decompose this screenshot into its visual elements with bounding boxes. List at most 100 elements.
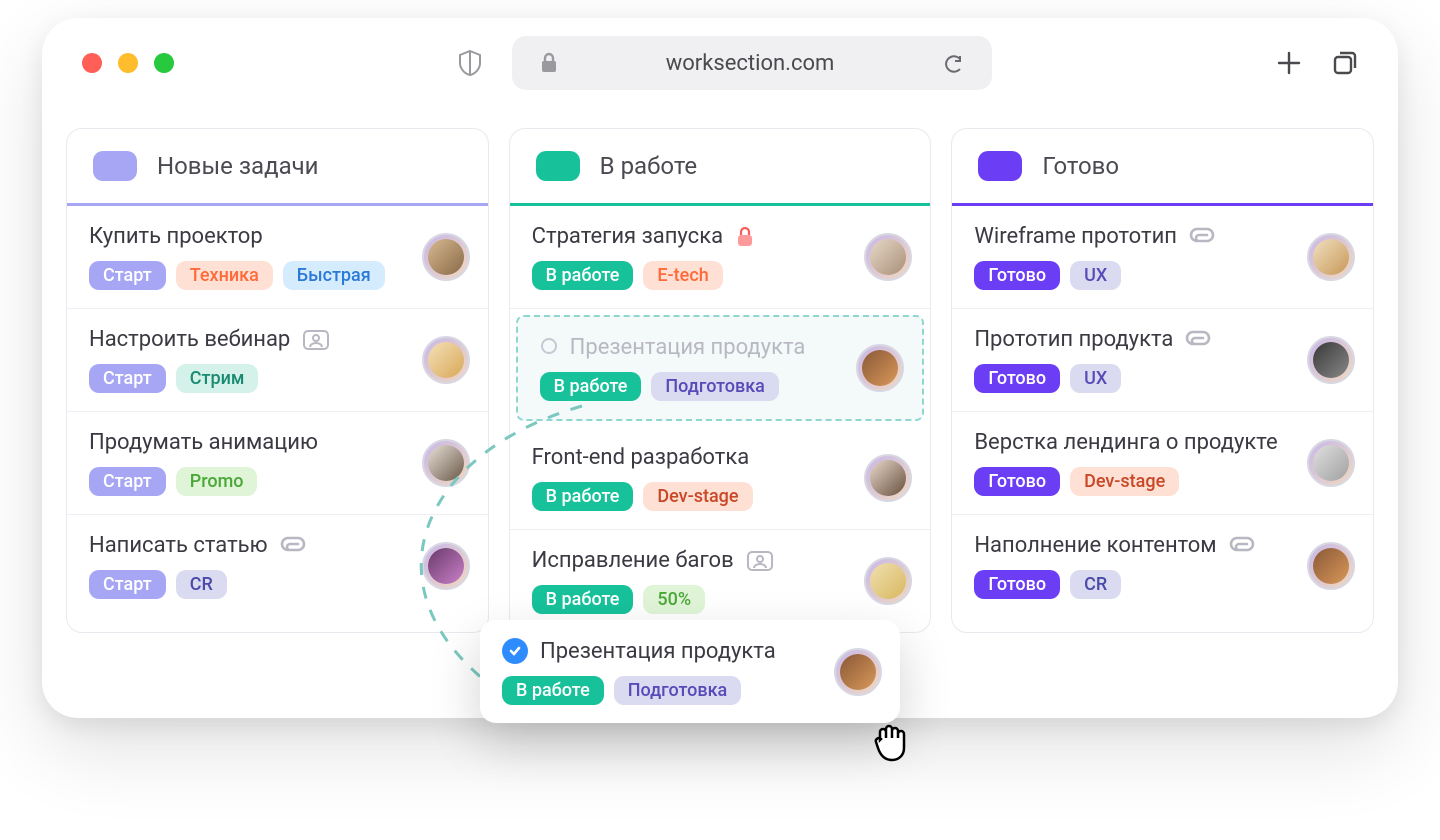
task-card[interactable]: Презентация продуктаВ работеПодготовка bbox=[516, 315, 925, 421]
assignee-icon bbox=[302, 329, 330, 351]
card-title: Написать статью bbox=[89, 533, 268, 558]
reload-icon[interactable] bbox=[942, 52, 964, 74]
tag[interactable]: Стрим bbox=[176, 364, 259, 393]
maximize-window-button[interactable] bbox=[154, 53, 174, 73]
avatar[interactable] bbox=[856, 344, 904, 392]
avatar[interactable] bbox=[422, 542, 470, 590]
tag[interactable]: Старт bbox=[89, 364, 166, 393]
address-bar[interactable]: worksection.com bbox=[512, 36, 992, 90]
column-header: В работе bbox=[510, 129, 931, 206]
tag[interactable]: В работе bbox=[540, 372, 642, 401]
column-header: Новые задачи bbox=[67, 129, 488, 206]
tag[interactable]: UX bbox=[1070, 364, 1121, 393]
minimize-window-button[interactable] bbox=[118, 53, 138, 73]
avatar[interactable] bbox=[1307, 336, 1355, 384]
tag[interactable]: Старт bbox=[89, 467, 166, 496]
task-card[interactable]: Стратегия запускаВ работеE-tech bbox=[510, 206, 931, 309]
avatar[interactable] bbox=[422, 233, 470, 281]
tag[interactable]: Dev-stage bbox=[1070, 467, 1179, 496]
tag[interactable]: UX bbox=[1070, 261, 1121, 290]
card-title: Верстка лендинга о продукте bbox=[974, 430, 1277, 455]
avatar[interactable] bbox=[1307, 542, 1355, 590]
task-card[interactable]: Настроить вебинар Старт Стрим bbox=[67, 309, 488, 412]
tag[interactable]: Готово bbox=[974, 261, 1060, 290]
tag[interactable]: Старт bbox=[89, 570, 166, 599]
tag[interactable]: E-tech bbox=[643, 261, 722, 290]
tag[interactable]: Готово bbox=[974, 467, 1060, 496]
tag[interactable]: Подготовка bbox=[614, 676, 742, 705]
avatar[interactable] bbox=[422, 439, 470, 487]
toolbar-right bbox=[1276, 50, 1358, 76]
card-title-row: Купить проектор bbox=[89, 224, 466, 249]
card-title-row: Презентация продукта bbox=[502, 638, 878, 664]
tag[interactable]: Dev-stage bbox=[643, 482, 752, 511]
card-title-row: Наполнение контентом bbox=[974, 533, 1351, 558]
task-card[interactable]: Прототип продукта Готово UX bbox=[952, 309, 1373, 412]
card-title: Купить проектор bbox=[89, 224, 263, 249]
cursor-grab-icon bbox=[870, 720, 914, 768]
tag-list: Старт Техника Быстрая bbox=[89, 261, 466, 290]
traffic-lights bbox=[82, 53, 174, 73]
tag-list: Готово UX bbox=[974, 261, 1351, 290]
tag[interactable]: В работе bbox=[532, 585, 634, 614]
task-card[interactable]: Wireframe прототип Готово UX bbox=[952, 206, 1373, 309]
tag[interactable]: Быстрая bbox=[283, 261, 385, 290]
column-done[interactable]: ГотовоWireframe прототипГотовоUXПрототип… bbox=[951, 128, 1374, 633]
task-card[interactable]: Купить проектор Старт Техника Быстрая bbox=[67, 206, 488, 309]
tag[interactable]: 50% bbox=[643, 585, 705, 614]
task-card[interactable]: Наполнение контентом Готово CR bbox=[952, 515, 1373, 617]
column-title: Готово bbox=[1042, 152, 1119, 180]
card-title-row: Написать статью bbox=[89, 533, 466, 558]
tag[interactable]: В работе bbox=[502, 676, 604, 705]
avatar[interactable] bbox=[864, 454, 912, 502]
tag[interactable]: Подготовка bbox=[651, 372, 779, 401]
column-header: Готово bbox=[952, 129, 1373, 206]
task-card[interactable]: Продумать анимацию Старт Promo bbox=[67, 412, 488, 515]
card-title: Wireframe прототип bbox=[974, 224, 1177, 249]
tag-list: В работе Подготовка bbox=[540, 372, 901, 401]
new-tab-icon[interactable] bbox=[1276, 50, 1302, 76]
card-title: Презентация продукта bbox=[540, 639, 776, 664]
avatar[interactable] bbox=[1307, 233, 1355, 281]
card-title: Наполнение контентом bbox=[974, 533, 1216, 558]
card-title: Настроить вебинар bbox=[89, 327, 290, 352]
tag-list: В работе Dev-stage bbox=[532, 482, 909, 511]
shield-icon[interactable] bbox=[458, 49, 482, 77]
close-window-button[interactable] bbox=[82, 53, 102, 73]
card-title-row: Wireframe прототип bbox=[974, 224, 1351, 249]
url-text: worksection.com bbox=[598, 51, 902, 76]
avatar[interactable] bbox=[1307, 439, 1355, 487]
avatar[interactable] bbox=[864, 557, 912, 605]
browser-window: worksection.com Н bbox=[42, 18, 1398, 718]
tag[interactable]: В работе bbox=[532, 482, 634, 511]
tag[interactable]: Promo bbox=[176, 467, 258, 496]
tag[interactable]: Готово bbox=[974, 364, 1060, 393]
tag[interactable]: В работе bbox=[532, 261, 634, 290]
tag-list: В работе Подготовка bbox=[502, 676, 878, 705]
tag-list: Старт Promo bbox=[89, 467, 466, 496]
tag[interactable]: Готово bbox=[974, 570, 1060, 599]
card-title: Прототип продукта bbox=[974, 327, 1173, 352]
column-new[interactable]: Новые задачи Купить проектор Старт Техника Б… bbox=[66, 128, 489, 633]
tabs-icon[interactable] bbox=[1332, 50, 1358, 76]
task-card[interactable]: Верстка лендинга о продукте Готово Dev-sta… bbox=[952, 412, 1373, 515]
column-progress[interactable]: В работеСтратегия запускаВ работеE-techП… bbox=[509, 128, 932, 633]
avatar[interactable] bbox=[834, 648, 882, 696]
tag-list: Старт CR bbox=[89, 570, 466, 599]
card-title-row: Верстка лендинга о продукте bbox=[974, 430, 1351, 455]
task-card[interactable]: Исправление багов В работе 50% bbox=[510, 530, 931, 632]
tag-list: Готово CR bbox=[974, 570, 1351, 599]
tag[interactable]: Старт bbox=[89, 261, 166, 290]
tag[interactable]: CR bbox=[176, 570, 227, 599]
dragging-card[interactable]: Презентация продукта В работе Подготовка bbox=[480, 620, 900, 723]
tag[interactable]: CR bbox=[1070, 570, 1121, 599]
card-title-row: Исправление багов bbox=[532, 548, 909, 573]
tag[interactable]: Техника bbox=[176, 261, 273, 290]
column-title: Новые задачи bbox=[157, 152, 319, 180]
task-card[interactable]: Написать статью Старт CR bbox=[67, 515, 488, 617]
task-card[interactable]: Front-end разработкаВ работеDev-stage bbox=[510, 427, 931, 530]
avatar[interactable] bbox=[864, 233, 912, 281]
avatar[interactable] bbox=[422, 336, 470, 384]
tag-list: Старт Стрим bbox=[89, 364, 466, 393]
card-title-row: Продумать анимацию bbox=[89, 430, 466, 455]
